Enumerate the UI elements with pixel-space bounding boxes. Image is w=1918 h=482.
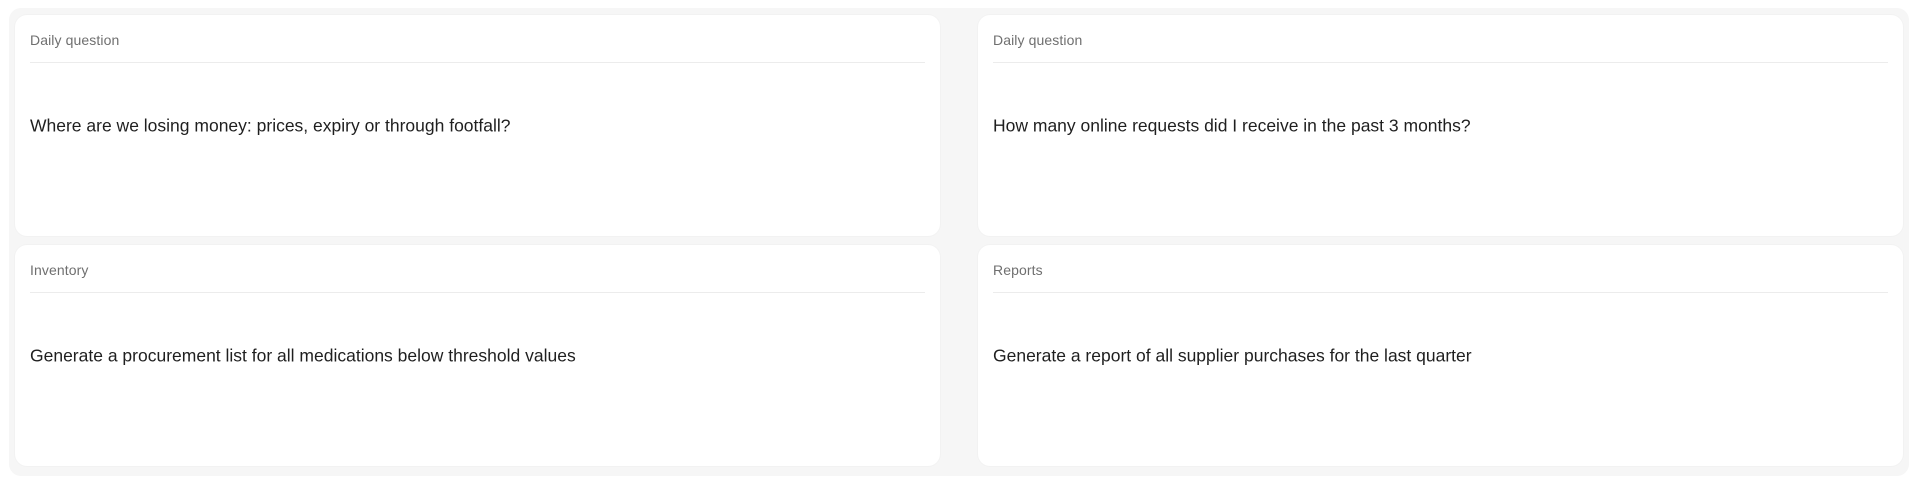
suggestion-card-online-requests[interactable]: Daily question How many online requests …	[978, 15, 1903, 236]
suggestion-card-procurement-list[interactable]: Inventory Generate a procurement list fo…	[15, 245, 940, 466]
suggestion-card-supplier-report[interactable]: Reports Generate a report of all supplie…	[978, 245, 1903, 466]
card-divider	[30, 62, 925, 63]
suggestion-grid: Daily question Where are we losing money…	[15, 15, 1903, 469]
card-category-label: Inventory	[30, 262, 89, 278]
card-category-label: Reports	[993, 262, 1043, 278]
card-category-label: Daily question	[993, 32, 1083, 48]
card-prompt-text: How many online requests did I receive i…	[993, 115, 1471, 136]
card-prompt-text: Where are we losing money: prices, expir…	[30, 115, 511, 136]
card-divider	[30, 292, 925, 293]
card-prompt-text: Generate a report of all supplier purcha…	[993, 345, 1472, 366]
card-prompt-text: Generate a procurement list for all medi…	[30, 345, 576, 366]
suggestion-card-losing-money[interactable]: Daily question Where are we losing money…	[15, 15, 940, 236]
card-divider	[993, 292, 1888, 293]
card-category-label: Daily question	[30, 32, 120, 48]
card-divider	[993, 62, 1888, 63]
suggestion-panel: Daily question Where are we losing money…	[9, 8, 1909, 476]
